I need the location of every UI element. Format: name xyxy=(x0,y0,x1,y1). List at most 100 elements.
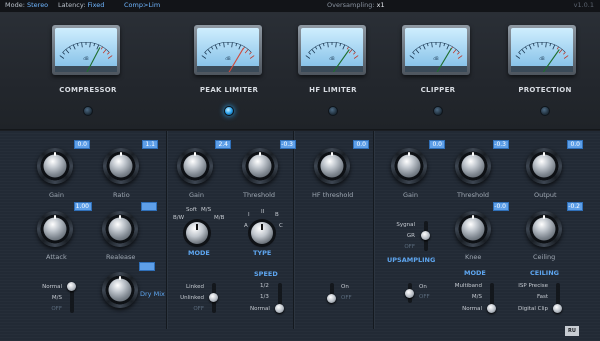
prot-output-label: Output xyxy=(534,191,557,199)
comp-drymix-value[interactable] xyxy=(139,262,155,271)
clip-switch-on[interactable]: On xyxy=(419,284,427,290)
section-title-clipper: CLIPPER xyxy=(420,86,456,94)
section-title-protection: PROTECTION xyxy=(518,86,572,94)
clip-ups-gr[interactable]: GR xyxy=(389,233,415,239)
clip-threshold-label: Threshold xyxy=(457,191,490,199)
protection-enable-led[interactable] xyxy=(540,106,550,116)
clip-gain-value[interactable]: 0.0 xyxy=(429,140,445,149)
pl-type-b[interactable]: I xyxy=(248,212,250,218)
clip-mode-multiband[interactable]: Multiband xyxy=(448,283,482,289)
clip-knee-value[interactable]: -0.0 xyxy=(493,202,509,211)
comp-mode-normal[interactable]: Normal xyxy=(30,284,62,290)
pl-type-selector[interactable] xyxy=(251,222,273,244)
pl-speed-switch-handle[interactable] xyxy=(275,304,284,313)
pl-threshold-knob[interactable] xyxy=(242,148,278,184)
version-label: v1.0.1 xyxy=(573,1,594,9)
prot-ceiling-value[interactable]: -0.2 xyxy=(567,202,583,211)
compressor-enable-led[interactable] xyxy=(83,106,93,116)
comp-gain-value[interactable]: 0.0 xyxy=(74,140,90,149)
clip-mode-normal[interactable]: Normal xyxy=(448,306,482,312)
comp-release-value[interactable] xyxy=(141,202,157,211)
clip-mode-switch-handle[interactable] xyxy=(487,304,496,313)
prot-fast[interactable]: Fast xyxy=(508,294,548,300)
prot-digital-clip[interactable]: Digital Clip xyxy=(508,306,548,312)
pl-type-a[interactable]: A xyxy=(244,223,248,229)
pl-link-switch-handle[interactable] xyxy=(209,293,218,302)
hf-limiter-vu-meter: dB xyxy=(298,25,366,75)
comp-mode-off[interactable]: OFF xyxy=(30,306,62,312)
clipper-enable-led[interactable] xyxy=(433,106,443,116)
comp-ratio-value[interactable]: 1.1 xyxy=(142,140,158,149)
hf-threshold-label: HF threshold xyxy=(312,191,354,199)
section-title-peak-limiter: PEAK LIMITER xyxy=(199,86,259,94)
comp-gain-knob[interactable] xyxy=(37,148,73,184)
clip-knee-knob[interactable] xyxy=(455,211,491,247)
prot-output-value[interactable]: 0.0 xyxy=(567,140,583,149)
pl-mode-title: MODE xyxy=(188,249,210,257)
prot-ceiling-knob[interactable] xyxy=(526,211,562,247)
pl-speed-title: SPEED xyxy=(254,270,278,278)
comp-ratio-knob[interactable] xyxy=(103,148,139,184)
pl-threshold-value[interactable]: -0.3 xyxy=(280,140,296,149)
hf-switch-off[interactable]: OFF xyxy=(341,295,352,301)
compressor-vu-meter: dB xyxy=(52,25,120,75)
clip-gain-knob[interactable] xyxy=(391,148,427,184)
preset-selector[interactable]: Comp>Lim xyxy=(124,1,160,9)
hf-threshold-knob[interactable] xyxy=(314,148,350,184)
pl-link-unlinked[interactable]: Unlinked xyxy=(170,295,204,301)
mode-selector[interactable]: Mode: Stereo xyxy=(5,1,48,9)
pl-gain-value[interactable]: 2.4 xyxy=(215,140,231,149)
pl-link-off[interactable]: OFF xyxy=(170,306,204,312)
pl-type-c[interactable]: C xyxy=(279,223,283,229)
clip-threshold-knob[interactable] xyxy=(455,148,491,184)
pl-speed-third[interactable]: 1/3 xyxy=(260,294,269,300)
hf-switch-on[interactable]: On xyxy=(341,284,349,290)
clip-ups-switch-handle[interactable] xyxy=(421,231,430,240)
comp-ratio-label: Ratio xyxy=(113,191,130,199)
hf-threshold-value[interactable]: 0.0 xyxy=(353,140,369,149)
pl-speed-half[interactable]: 1/2 xyxy=(260,283,269,289)
peak-limiter-enable-led[interactable] xyxy=(224,106,234,116)
comp-attack-value[interactable]: 1.00 xyxy=(74,202,92,211)
pl-type-ii[interactable]: II xyxy=(261,209,264,215)
hf-switch-handle[interactable] xyxy=(327,294,336,303)
svg-text:dB: dB xyxy=(539,56,545,61)
comp-attack-label: Attack xyxy=(46,253,67,261)
comp-release-label: Realease xyxy=(106,253,136,261)
comp-mode-ms[interactable]: M/S xyxy=(30,295,62,301)
comp-attack-knob[interactable] xyxy=(37,211,73,247)
comp-release-knob[interactable] xyxy=(102,211,138,247)
comp-mode-switch-handle[interactable] xyxy=(67,282,76,291)
pl-type-c-b[interactable]: B xyxy=(275,212,279,218)
pl-gain-knob[interactable] xyxy=(177,148,213,184)
pl-mode-selector[interactable] xyxy=(186,222,208,244)
prot-output-knob[interactable] xyxy=(526,148,562,184)
clipper-vu-meter: dB xyxy=(402,25,470,75)
pl-mode-soft[interactable]: Soft xyxy=(186,207,197,213)
pl-speed-normal[interactable]: Normal xyxy=(250,306,270,312)
clip-ups-off[interactable]: OFF xyxy=(389,244,415,250)
pl-mode-bw[interactable]: B/W xyxy=(173,215,184,221)
clip-upsampling-title: UPSAMPLING xyxy=(387,256,436,264)
oversampling-selector[interactable]: Oversampling: x1 xyxy=(327,1,385,9)
clip-threshold-value[interactable]: -0.3 xyxy=(493,140,509,149)
hf-limiter-enable-led[interactable] xyxy=(328,106,338,116)
pl-mode-mb[interactable]: M/B xyxy=(214,215,224,221)
comp-drymix-knob[interactable] xyxy=(102,272,138,308)
prot-isp-precise[interactable]: ISP Precise xyxy=(508,283,548,289)
clip-mode-ms[interactable]: M/S xyxy=(448,294,482,300)
latency-selector[interactable]: Latency: Fixed xyxy=(58,1,104,9)
divider xyxy=(373,131,374,329)
mode-value: Stereo xyxy=(26,1,49,9)
pl-gain-label: Gain xyxy=(189,191,204,199)
pl-link-linked[interactable]: Linked xyxy=(170,284,204,290)
oversampling-value: x1 xyxy=(376,1,385,9)
prot-ceiling-switch-handle[interactable] xyxy=(553,304,562,313)
clip-ups-sygnal[interactable]: Sygnal xyxy=(389,222,415,228)
latency-value: Fixed xyxy=(87,1,105,9)
section-title-compressor: COMPRESSOR xyxy=(59,86,117,94)
pl-mode-ms[interactable]: M/S xyxy=(201,207,211,213)
clip-switch-off[interactable]: OFF xyxy=(419,294,430,300)
clip-switch-handle[interactable] xyxy=(405,289,414,298)
prot-ceiling-label: Ceiling xyxy=(533,253,556,261)
